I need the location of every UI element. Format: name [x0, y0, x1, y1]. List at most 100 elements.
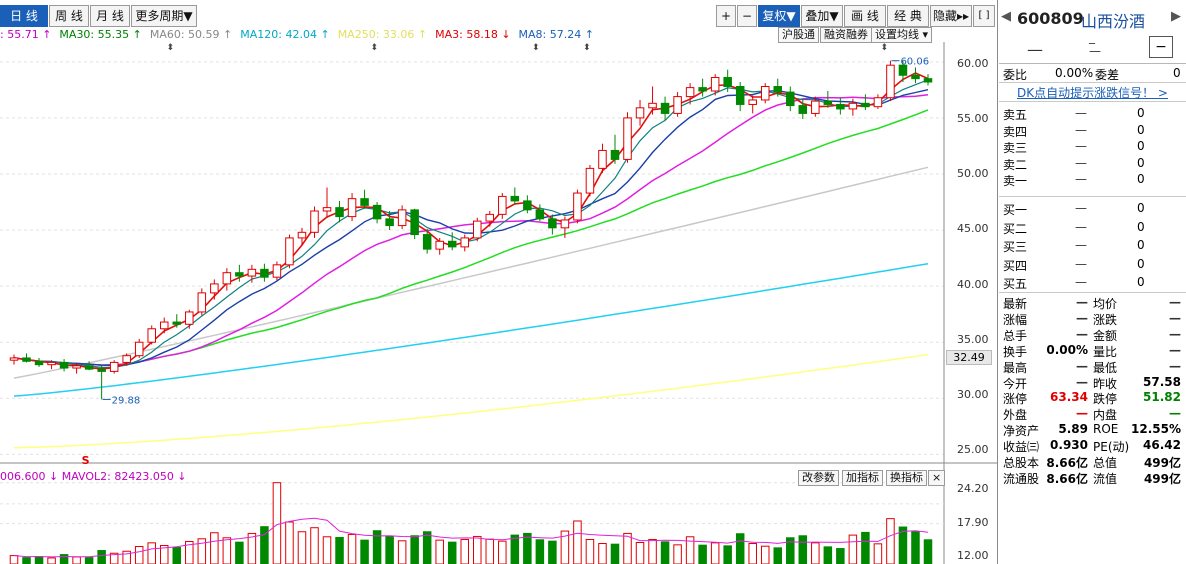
candle-body: [535, 209, 545, 220]
candle-body: [886, 64, 895, 99]
ma8-line: [13, 89, 929, 367]
candle-body: [923, 78, 933, 83]
order-row: 买三 — 0: [1003, 238, 1183, 254]
draw-line-button[interactable]: 画 线: [844, 5, 886, 27]
candle-body: [710, 77, 720, 92]
order-row: 卖二 — 0: [1003, 156, 1183, 172]
volume-bar: [523, 532, 532, 564]
order-label: 买二: [1003, 221, 1028, 236]
order-price: —: [1075, 172, 1087, 186]
volume-bar: [548, 540, 557, 564]
kline-chart-area[interactable]: 60.06 29.88 S ⬍ ⬍ ⬍ ⬍ ⬍ 日 线 周 线 月 线 更多周期▼ + − 复…: [0, 0, 998, 564]
margin-trading-button[interactable]: 融资融券: [820, 27, 872, 43]
volume-bar: [447, 541, 457, 564]
close-indicator-icon[interactable]: ×: [928, 470, 946, 486]
order-label: 卖五: [1003, 108, 1028, 122]
zoom-out-button[interactable]: −: [737, 5, 757, 27]
stat-label: 总手: [1003, 328, 1028, 343]
add-indicator-button[interactable]: 加指标: [842, 470, 883, 486]
ma3-line: [13, 72, 929, 370]
stat-label: 昨收: [1093, 376, 1118, 391]
price-tick: 50.00: [957, 167, 989, 180]
volume-bar: [710, 542, 720, 564]
volume-bar: [247, 532, 257, 564]
order-label: 卖三: [1003, 141, 1028, 155]
order-row: 卖五 — 0: [1003, 106, 1183, 122]
candle-body: [147, 328, 156, 343]
order-price: —: [1075, 122, 1087, 137]
volume-bar: [923, 539, 933, 564]
order-volume: 0: [1137, 106, 1145, 120]
volume-bar: [410, 535, 419, 564]
order-volume: 0: [1137, 219, 1145, 234]
volume-bar: [911, 531, 920, 564]
stat-value: —: [1076, 295, 1088, 309]
zoom-in-button[interactable]: +: [716, 5, 736, 27]
classic-button[interactable]: 经 典: [887, 5, 929, 27]
current-price-tag: 32.49: [946, 350, 992, 365]
order-volume: 0: [1137, 201, 1145, 215]
adjust-rights-dropdown[interactable]: 复权▼: [758, 5, 800, 27]
daily-tab[interactable]: 日 线: [0, 5, 48, 27]
stat-label: 最新: [1003, 297, 1028, 311]
order-volume: 0: [1137, 139, 1145, 153]
monthly-tab[interactable]: 月 线: [90, 5, 130, 27]
volume-bar: [598, 543, 607, 564]
stat-value: —: [1076, 374, 1088, 389]
change-params-button[interactable]: 改参数: [798, 470, 839, 486]
volume-bar: [222, 537, 232, 564]
volume-bar: [422, 531, 432, 564]
candle-body: [773, 86, 783, 93]
candle-body: [447, 240, 457, 248]
stat-label: 涨幅: [1003, 312, 1028, 327]
ma250-line: [13, 353, 929, 449]
candle-body: [498, 195, 507, 215]
volume-bar: [585, 538, 595, 564]
low-annotation: 29.88: [112, 395, 141, 406]
hgt-button[interactable]: 沪股通: [778, 27, 819, 43]
candle-body: [836, 103, 845, 110]
stat-row: 涨幅 — 涨跌 —: [1003, 311, 1183, 327]
ma-settings-button[interactable]: 设置均线 ▾: [871, 27, 933, 43]
weicha-value: 0: [1173, 66, 1181, 80]
stat-value: —: [1076, 310, 1088, 325]
remove-watchlist-button[interactable]: −: [1149, 36, 1173, 58]
order-row: 卖一 — 0: [1003, 172, 1183, 188]
prev-stock-icon[interactable]: ◀: [1001, 9, 1011, 24]
switch-indicator-button[interactable]: 换指标: [886, 470, 927, 486]
dk-signal-link[interactable]: DK点自动提示涨跌信号！ >: [1017, 84, 1168, 101]
stat-row: 最高 — 最低 —: [1003, 359, 1183, 375]
price-tick: 60.00: [957, 57, 989, 70]
volume-bar: [397, 540, 407, 564]
stat-value: —: [1169, 326, 1181, 341]
stat-value: —: [1169, 295, 1181, 309]
stat-value: 51.82: [1143, 390, 1181, 405]
weicha-label: 委差: [1095, 68, 1120, 82]
candle-body: [685, 87, 695, 98]
overlay-dropdown[interactable]: 叠加▼: [801, 5, 843, 27]
ma30-line: [13, 109, 929, 366]
stat-label: 跌停: [1093, 392, 1118, 407]
stat-row: 收益㈢ 0.930 PE(动) 46.42: [1003, 438, 1183, 454]
volume-tick: 24.20: [957, 482, 989, 495]
price-tick: 30.00: [957, 388, 989, 401]
last-price: —: [1027, 40, 1043, 59]
fullscreen-icon[interactable]: [ ]: [973, 5, 995, 27]
volume-bar: [360, 539, 369, 564]
candle-body: [34, 360, 44, 366]
stat-row: 总股本 8.66亿 总值 499亿: [1003, 454, 1183, 470]
hide-panel-button[interactable]: 隐藏▸▸: [930, 5, 972, 27]
volume-bar: [673, 544, 682, 564]
stat-label: 流通股: [1003, 471, 1040, 486]
stat-label: 均价: [1093, 297, 1118, 311]
volume-bar: [84, 557, 94, 564]
weekly-tab[interactable]: 周 线: [49, 5, 89, 27]
volume-bar: [22, 557, 31, 564]
order-label: 卖四: [1003, 124, 1028, 139]
candle-body: [47, 361, 56, 366]
next-stock-icon[interactable]: ▶: [1171, 9, 1181, 24]
stat-value: —: [1169, 342, 1181, 357]
volume-bar: [485, 538, 495, 564]
volume-bar: [873, 543, 883, 564]
more-periods-dropdown[interactable]: 更多周期▼: [131, 5, 197, 27]
